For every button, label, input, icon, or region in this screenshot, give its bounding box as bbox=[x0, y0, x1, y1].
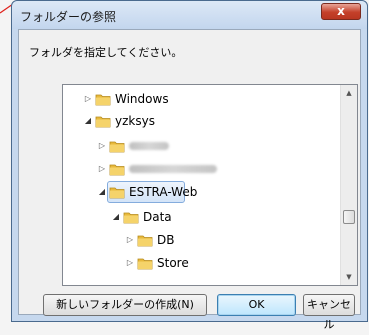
obscured-folder-name bbox=[129, 165, 217, 173]
folder-icon bbox=[137, 256, 153, 270]
expand-arrow-icon[interactable]: ▷ bbox=[125, 229, 135, 251]
window-title: フォルダーの参照 bbox=[20, 10, 117, 24]
title-bar[interactable]: フォルダーの参照 x bbox=[12, 1, 367, 29]
dialog-body: フォルダを指定してください。 ▷ Windows ◢ yzksys ▷ ▷ ◢ ESTRA-W… bbox=[18, 29, 361, 331]
obscured-folder-name bbox=[129, 142, 169, 150]
tree-item-label: DB bbox=[157, 233, 175, 247]
ok-button[interactable]: OK bbox=[217, 294, 296, 316]
tree-item[interactable]: ▷ bbox=[63, 135, 341, 157]
tree-item[interactable]: ▷ Store bbox=[63, 252, 341, 274]
expand-arrow-icon[interactable]: ▷ bbox=[125, 252, 135, 274]
vertical-scrollbar[interactable]: ▲ ▼ bbox=[340, 85, 357, 285]
tree-item[interactable]: ▷ bbox=[63, 158, 341, 180]
folder-icon bbox=[109, 139, 125, 153]
folder-icon bbox=[137, 233, 153, 247]
folder-tree[interactable]: ▷ Windows ◢ yzksys ▷ ▷ ◢ ESTRA-Web ◢ Data ▷ DB ▷ Stor… bbox=[62, 84, 358, 286]
close-button[interactable]: x bbox=[321, 3, 361, 20]
collapse-arrow-icon[interactable]: ◢ bbox=[83, 110, 93, 132]
tree-item[interactable]: ▷ DB bbox=[63, 229, 341, 251]
folder-icon bbox=[95, 92, 111, 106]
collapse-arrow-icon[interactable]: ◢ bbox=[97, 181, 107, 203]
folder-icon bbox=[123, 210, 139, 224]
expand-arrow-icon[interactable]: ▷ bbox=[83, 88, 93, 110]
tree-item-label: yzksys bbox=[115, 114, 155, 128]
instruction-text: フォルダを指定してください。 bbox=[29, 46, 183, 59]
tree-item[interactable]: ◢ yzksys bbox=[63, 110, 341, 132]
tree-item[interactable]: ◢ ESTRA-Web bbox=[63, 181, 341, 203]
collapse-arrow-icon[interactable]: ◢ bbox=[111, 206, 121, 228]
tree-item-label: Data bbox=[143, 210, 172, 224]
scroll-down-arrow-icon[interactable]: ▼ bbox=[341, 269, 357, 285]
expand-arrow-icon[interactable]: ▷ bbox=[97, 135, 107, 157]
expand-arrow-icon[interactable]: ▷ bbox=[97, 158, 107, 180]
folder-icon bbox=[95, 114, 111, 128]
folder-icon bbox=[109, 185, 125, 199]
folder-browse-dialog: フォルダーの参照 x フォルダを指定してください。 ▷ Windows ◢ yzksy… bbox=[11, 0, 368, 331]
scroll-thumb[interactable] bbox=[343, 210, 355, 224]
tree-item[interactable]: ◢ Data bbox=[63, 206, 341, 228]
scroll-up-arrow-icon[interactable]: ▲ bbox=[341, 85, 357, 101]
tree-item[interactable]: ▷ Windows bbox=[63, 88, 341, 110]
folder-icon bbox=[109, 162, 125, 176]
new-folder-button[interactable]: 新しいフォルダーの作成(N) bbox=[43, 294, 207, 316]
cancel-button[interactable]: キャンセル bbox=[303, 294, 355, 331]
tree-item-label: Windows bbox=[115, 92, 169, 106]
tree-item-label: ESTRA-Web bbox=[129, 185, 198, 199]
tree-item-label: Store bbox=[157, 256, 189, 270]
